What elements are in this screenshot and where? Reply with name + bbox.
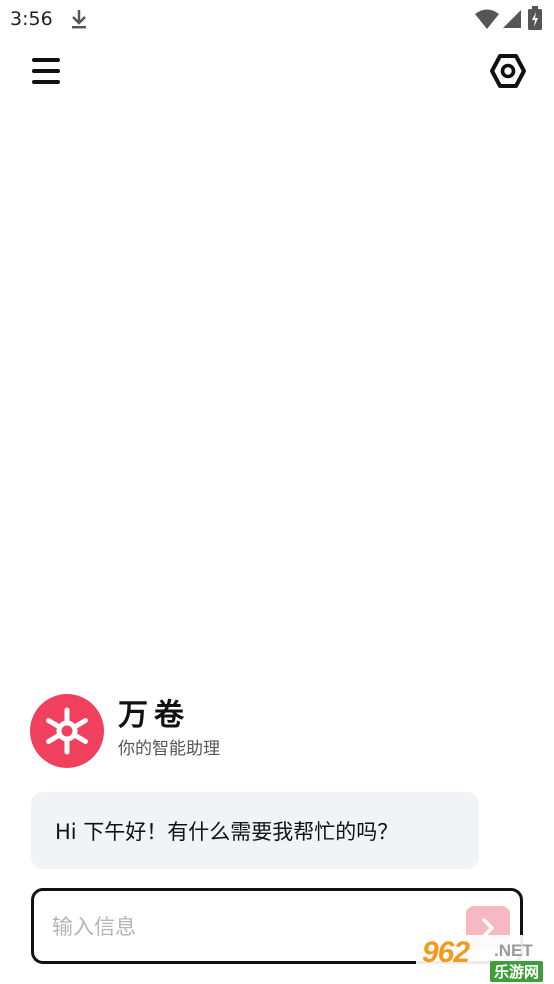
- battery-icon: [528, 6, 542, 34]
- status-time: 3:56: [10, 8, 53, 30]
- signal-icon: [502, 9, 522, 33]
- message-input[interactable]: [50, 903, 454, 951]
- watermark-label: 乐游网: [490, 961, 544, 982]
- assistant-avatar: [30, 694, 104, 768]
- assistant-subtitle: 你的智能助理: [118, 739, 220, 759]
- hexagon-settings-icon: [490, 54, 526, 88]
- watermark-number: 962: [422, 936, 470, 969]
- greeting-text: Hi 下午好！有什么需要我帮忙的吗？: [55, 819, 399, 844]
- snowflake-logo-icon: [30, 694, 104, 768]
- download-icon: [70, 8, 88, 34]
- settings-button[interactable]: [489, 52, 527, 90]
- watermark-logo: 962 .NET 乐游网: [416, 935, 554, 984]
- assistant-name: 万卷: [118, 698, 190, 733]
- menu-button[interactable]: [28, 54, 64, 88]
- status-bar: 3:56: [0, 0, 554, 40]
- wifi-icon: [474, 8, 500, 34]
- greeting-message-bubble: Hi 下午好！有什么需要我帮忙的吗？: [31, 792, 479, 869]
- watermark-domain: .NET: [494, 941, 533, 960]
- hamburger-menu-icon: [32, 58, 60, 84]
